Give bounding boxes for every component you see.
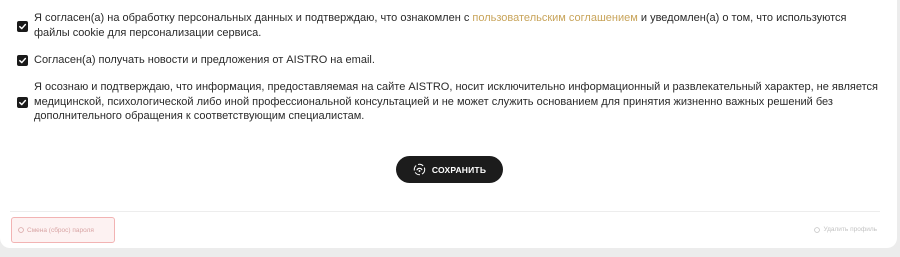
checkmark-icon <box>19 99 27 106</box>
save-button[interactable]: СОХРАНИТЬ <box>396 156 503 183</box>
consent-newsletter: Согласен(а) получать новости и предложен… <box>17 53 884 68</box>
consent-personal-data-text-before: Я согласен(а) на обработку персональных … <box>34 12 473 24</box>
save-button-label: СОХРАНИТЬ <box>431 164 487 175</box>
checkmark-icon <box>19 23 27 30</box>
consent-disclaimer-checkbox[interactable] <box>17 97 28 108</box>
consent-personal-data-checkbox[interactable] <box>17 21 28 32</box>
change-password-label: Смена (сброс) пароля <box>27 226 94 234</box>
checkmark-icon <box>19 57 27 64</box>
consent-personal-data: Я согласен(а) на обработку персональных … <box>17 11 884 40</box>
footer-divider <box>10 211 880 212</box>
save-swirl-icon <box>413 163 426 176</box>
profile-settings-card: Я согласен(а) на обработку персональных … <box>0 0 897 248</box>
delete-profile-link[interactable]: Удалить профиль <box>814 226 877 233</box>
consent-disclaimer: Я осознаю и подтверждаю, что информация,… <box>17 80 884 124</box>
consent-disclaimer-text: Я осознаю и подтверждаю, что информация,… <box>34 81 878 122</box>
circle-icon <box>814 226 821 233</box>
delete-profile-label: Удалить профиль <box>823 226 877 233</box>
change-password-button[interactable]: Смена (сброс) пароля <box>11 217 115 243</box>
consent-newsletter-text: Согласен(а) получать новости и предложен… <box>34 54 375 66</box>
consent-personal-data-text: Я согласен(а) на обработку персональных … <box>34 11 884 40</box>
user-agreement-link[interactable]: пользовательским соглашением <box>472 12 637 24</box>
circle-icon <box>18 227 24 233</box>
consent-newsletter-checkbox[interactable] <box>17 55 28 66</box>
